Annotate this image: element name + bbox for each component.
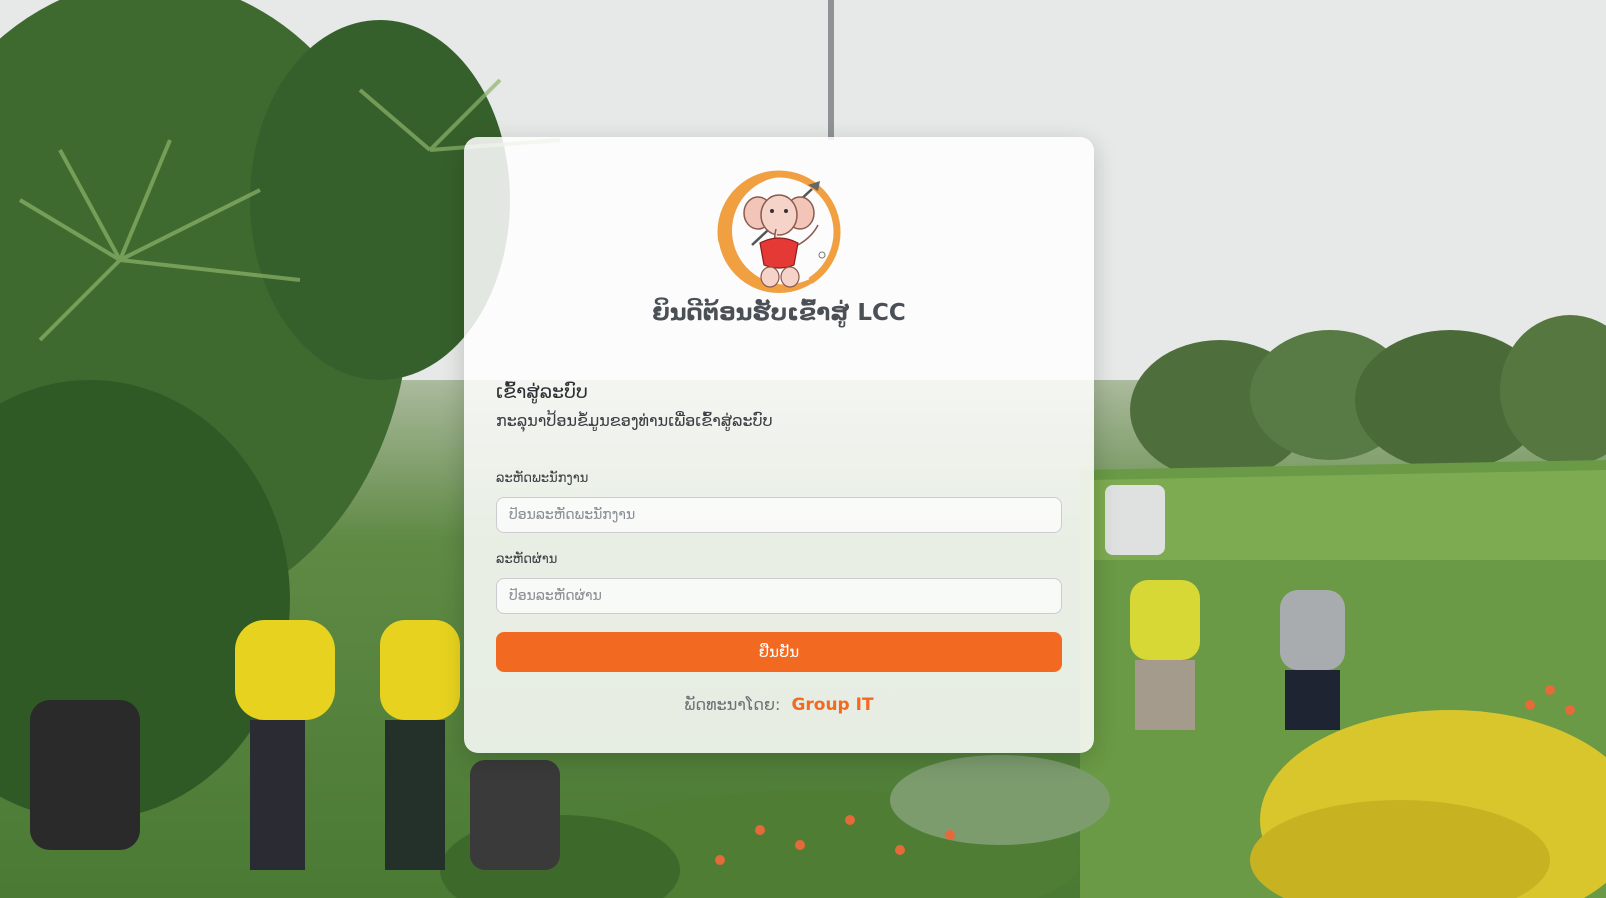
footer-credit: ພັດທະນາໂດຍ: Group IT — [464, 695, 1094, 715]
welcome-title: ຍິນດີຕ້ອນຮັບເຂົ້າສູ່ LCC — [464, 300, 1094, 326]
employee-id-input[interactable] — [496, 497, 1062, 533]
developed-by-label: ພັດທະນາໂດຍ: — [684, 695, 781, 714]
employee-id-label: ລະຫັດພະນັກງານ — [496, 471, 589, 486]
elephant-golfer-logo — [714, 167, 844, 297]
welcome-prefix: ຍິນດີຕ້ອນຮັບເຂົ້າສູ່ — [652, 300, 850, 326]
developer-team: Group IT — [791, 695, 874, 715]
login-subheading: ກະລຸນາປ້ອນຂໍ້ມູນຂອງທ່ານເພື່ອເຂົ້າສູ່ລະບົ… — [496, 411, 773, 430]
submit-button[interactable]: ຢືນຢັນ — [496, 632, 1062, 672]
password-label: ລະຫັດຜ່ານ — [496, 552, 558, 567]
login-card: ຍິນດີຕ້ອນຮັບເຂົ້າສູ່ LCC ເຂົ້າສູ່ລະບົບ ກ… — [464, 137, 1094, 753]
welcome-brand: LCC — [857, 300, 906, 326]
login-heading: ເຂົ້າສູ່ລະບົບ — [496, 381, 588, 403]
password-input[interactable] — [496, 578, 1062, 614]
